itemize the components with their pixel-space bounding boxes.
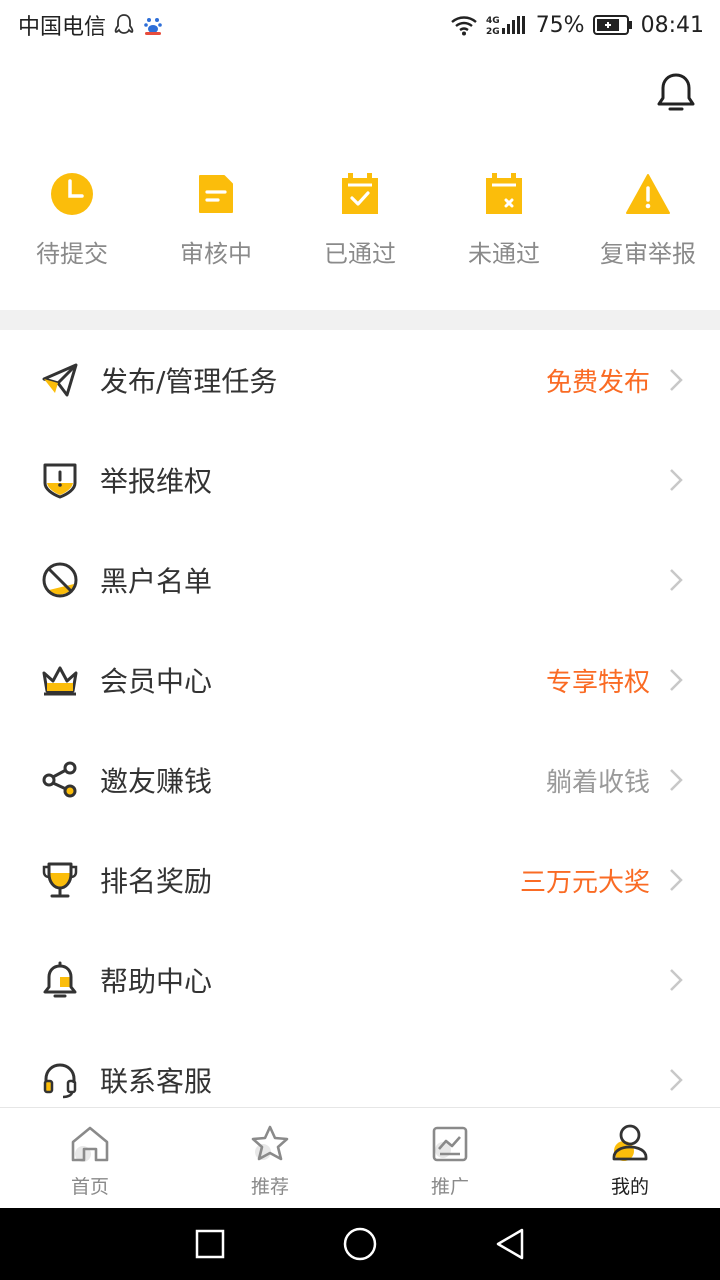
menu-item-publish-task[interactable]: 发布/管理任务 免费发布 xyxy=(0,330,720,430)
bell-icon xyxy=(657,73,695,111)
status-label: 复审举报 xyxy=(600,240,696,268)
back-triangle-icon xyxy=(496,1228,524,1260)
menu-item-help-center[interactable]: 帮助中心 xyxy=(0,930,720,1030)
page-header xyxy=(0,50,720,150)
recent-apps-button[interactable] xyxy=(190,1224,230,1264)
status-bar: 中国电信 4G 2G 75% 08:41 xyxy=(0,0,720,50)
status-under-review[interactable]: 审核中 xyxy=(144,170,288,280)
section-divider xyxy=(0,310,720,330)
menu-extra-text: 专享特权 xyxy=(545,667,650,698)
tab-label: 推广 xyxy=(430,1176,469,1198)
menu-label: 邀友赚钱 xyxy=(100,765,213,798)
tab-label: 推荐 xyxy=(250,1176,289,1198)
menu-label: 帮助中心 xyxy=(100,965,213,998)
profile-icon xyxy=(608,1122,652,1166)
status-approved[interactable]: 已通过 xyxy=(288,170,432,280)
wifi-icon xyxy=(450,14,478,36)
svg-text:4G: 4G xyxy=(486,16,500,26)
circle-icon xyxy=(343,1227,377,1261)
carrier-name: 中国电信 xyxy=(18,15,107,40)
tab-label: 首页 xyxy=(70,1176,109,1198)
system-nav-bar xyxy=(0,1208,720,1280)
status-label: 已通过 xyxy=(324,240,396,268)
menu-list: 发布/管理任务 免费发布 举报维权 黑户名单 会员中心 专享特权 邀友赚钱 躺着… xyxy=(0,330,720,1108)
share-icon xyxy=(40,760,80,800)
menu-label: 排名奖励 xyxy=(100,865,213,898)
status-rejected[interactable]: 未通过 xyxy=(432,170,576,280)
status-label: 审核中 xyxy=(180,240,252,268)
trophy-icon xyxy=(40,860,80,900)
shield-icon xyxy=(40,460,80,500)
back-button[interactable] xyxy=(490,1224,530,1264)
clock-icon xyxy=(48,170,96,218)
menu-item-report-rights[interactable]: 举报维权 xyxy=(0,430,720,530)
status-label: 未通过 xyxy=(468,240,540,268)
menu-extra-text: 免费发布 xyxy=(545,367,650,398)
chevron-right-icon xyxy=(666,866,686,894)
menu-label: 发布/管理任务 xyxy=(100,365,278,398)
tab-home[interactable]: 首页 xyxy=(0,1108,180,1208)
menu-extra-text: 躺着收钱 xyxy=(545,767,650,798)
headset-icon xyxy=(40,1060,80,1100)
chevron-right-icon xyxy=(666,666,686,694)
approved-icon xyxy=(336,170,384,218)
tab-label: 我的 xyxy=(610,1176,649,1198)
menu-item-member-center[interactable]: 会员中心 专享特权 xyxy=(0,630,720,730)
chevron-right-icon xyxy=(666,1066,686,1094)
document-icon xyxy=(192,170,240,218)
qq-icon xyxy=(114,13,134,37)
menu-label: 联系客服 xyxy=(100,1065,213,1098)
crown-icon xyxy=(40,660,80,700)
chevron-right-icon xyxy=(666,466,686,494)
clock-time: 08:41 xyxy=(640,12,704,38)
baidu-icon xyxy=(142,14,164,36)
rejected-icon xyxy=(480,170,528,218)
menu-label: 举报维权 xyxy=(100,465,213,498)
status-pending-submit[interactable]: 待提交 xyxy=(0,170,144,280)
signal-icon: 4G 2G xyxy=(486,13,528,37)
menu-label: 黑户名单 xyxy=(100,565,213,598)
menu-extra-text: 三万元大奖 xyxy=(519,867,650,898)
chevron-right-icon xyxy=(666,966,686,994)
ban-icon xyxy=(40,560,80,600)
tab-promote[interactable]: 推广 xyxy=(360,1108,540,1208)
chart-icon xyxy=(428,1122,472,1166)
status-label: 待提交 xyxy=(36,240,108,268)
home-nav-button[interactable] xyxy=(340,1224,380,1264)
chevron-right-icon xyxy=(666,766,686,794)
paper-plane-icon xyxy=(40,360,80,400)
battery-icon xyxy=(592,14,633,36)
tab-recommend[interactable]: 推荐 xyxy=(180,1108,360,1208)
help-bell-icon xyxy=(40,960,80,1000)
chevron-right-icon xyxy=(666,366,686,394)
svg-text:2G: 2G xyxy=(486,27,500,37)
menu-item-customer-service[interactable]: 联系客服 xyxy=(0,1030,720,1108)
square-icon xyxy=(195,1229,225,1259)
notification-button[interactable] xyxy=(654,68,698,118)
star-icon xyxy=(248,1122,292,1166)
bottom-tab-bar: 首页 推荐 推广 我的 xyxy=(0,1107,720,1208)
menu-label: 会员中心 xyxy=(100,665,213,698)
task-status-row: 待提交 审核中 已通过 未通过 复审举报 xyxy=(0,170,720,280)
warning-icon xyxy=(624,170,672,218)
chevron-right-icon xyxy=(666,566,686,594)
menu-item-blacklist[interactable]: 黑户名单 xyxy=(0,530,720,630)
menu-item-ranking-rewards[interactable]: 排名奖励 三万元大奖 xyxy=(0,830,720,930)
battery-percent: 75% xyxy=(535,12,585,38)
menu-item-invite-friends[interactable]: 邀友赚钱 躺着收钱 xyxy=(0,730,720,830)
home-icon xyxy=(68,1122,112,1166)
tab-mine[interactable]: 我的 xyxy=(540,1108,720,1208)
status-review-report[interactable]: 复审举报 xyxy=(576,170,720,280)
